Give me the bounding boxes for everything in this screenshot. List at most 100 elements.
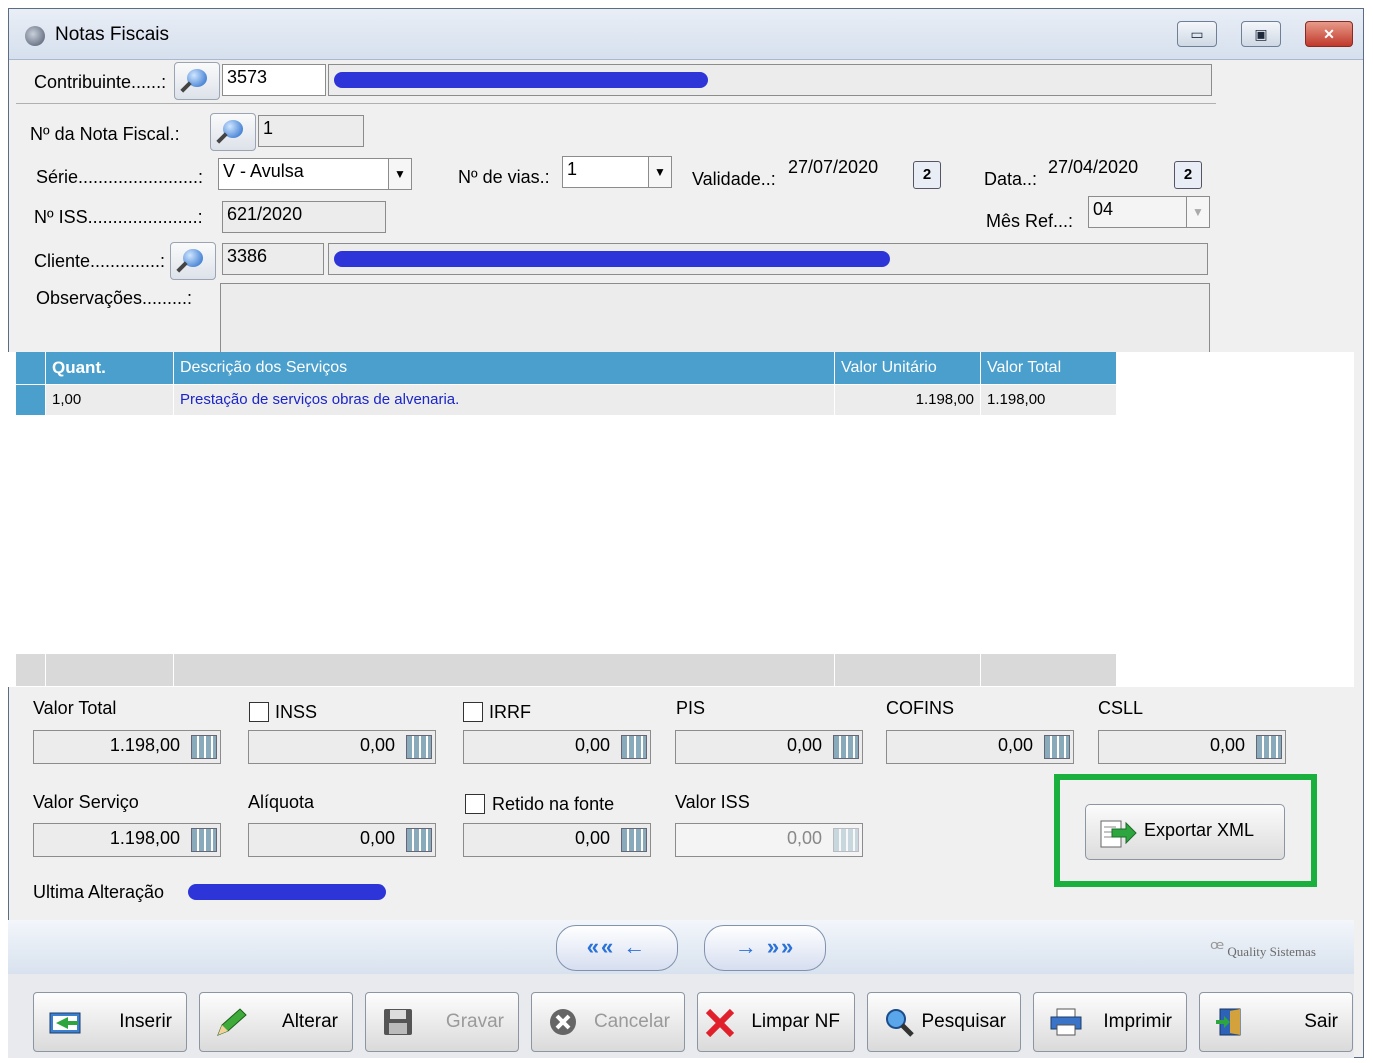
csll-field[interactable]: 0,00 [1098, 730, 1286, 764]
irrf-field[interactable]: 0,00 [463, 730, 651, 764]
retido-value: 0,00 [574, 828, 610, 848]
next-record-button[interactable]: → »» [704, 925, 826, 971]
serie-select[interactable]: V - Avulsa ▼ [218, 158, 412, 190]
calculator-icon[interactable] [833, 735, 859, 759]
valor-servico-field[interactable]: 1.198,00 [33, 823, 221, 857]
valor-iss-field: 0,00 [675, 823, 863, 857]
calculator-icon[interactable] [191, 828, 217, 852]
gravar-label: Gravar [445, 1011, 504, 1032]
table-row-unitario[interactable]: 1.198,00 [835, 385, 981, 415]
nota-lookup-button[interactable] [210, 113, 256, 151]
inss-field[interactable]: 0,00 [248, 730, 436, 764]
data-calendar-icon[interactable]: 2 [1174, 161, 1202, 189]
calculator-icon [833, 828, 859, 852]
pencil-icon [217, 1008, 247, 1036]
valor-servico-value: 1.198,00 [109, 828, 180, 848]
pesquisar-label: Pesquisar [921, 1011, 1007, 1032]
irrf-label: IRRF [489, 702, 531, 722]
redacted-contribuinte-name [334, 72, 708, 88]
imprimir-label: Imprimir [1103, 1011, 1172, 1032]
clear-x-icon [705, 1008, 735, 1037]
irrf-checkbox[interactable] [463, 702, 483, 722]
validade-calendar-icon[interactable]: 2 [913, 161, 941, 189]
chevron-down-icon[interactable]: ▼ [1186, 197, 1209, 227]
quality-sistemas-logo: ꟹ Quality Sistemas [1210, 936, 1316, 961]
chevron-down-icon[interactable]: ▼ [388, 159, 411, 189]
limpar-nf-button[interactable]: Limpar NF [697, 992, 855, 1052]
inserir-label: Inserir [119, 1011, 172, 1032]
redacted-cliente-name [334, 251, 890, 267]
minimize-button[interactable]: ▭ [1177, 21, 1217, 47]
validade-label: Validade..: [692, 169, 776, 189]
vias-select[interactable]: 1 ▼ [562, 156, 672, 188]
maximize-button[interactable]: ▣ [1241, 21, 1281, 47]
grid-header-unitario[interactable]: Valor Unitário [835, 352, 981, 384]
retido-field[interactable]: 0,00 [463, 823, 651, 857]
valor-total-field[interactable]: 1.198,00 [33, 730, 221, 764]
inss-checkbox[interactable] [249, 702, 269, 722]
grid-header-descricao[interactable]: Descrição dos Serviços [174, 352, 835, 384]
calculator-icon[interactable] [191, 735, 217, 759]
export-xml-label: Exportar XML [1144, 820, 1255, 840]
validade-value[interactable]: 27/07/2020 [788, 157, 878, 178]
iss-label: Nº ISS......................: [34, 207, 203, 227]
calculator-icon[interactable] [406, 735, 432, 759]
previous-record-button[interactable]: «« ← [556, 925, 678, 971]
chevron-down-icon[interactable]: ▼ [648, 157, 671, 187]
nota-fiscal-label: Nº da Nota Fiscal.: [30, 124, 180, 144]
app-icon [25, 26, 45, 46]
aliquota-label: Alíquota [248, 792, 315, 812]
calculator-icon[interactable] [1256, 735, 1282, 759]
pis-field[interactable]: 0,00 [675, 730, 863, 764]
alterar-button[interactable]: Alterar [199, 992, 353, 1052]
valor-total-value: 1.198,00 [109, 735, 180, 755]
calculator-icon[interactable] [621, 735, 647, 759]
cancelar-label: Cancelar [593, 1011, 670, 1032]
cliente-lookup-button[interactable] [170, 242, 216, 280]
grid-footer-cell [174, 654, 835, 686]
imprimir-button[interactable]: Imprimir [1033, 992, 1187, 1052]
contribuinte-code-field[interactable]: 3573 [222, 64, 326, 96]
grid-footer-cell [16, 654, 46, 686]
export-xml-button[interactable]: Exportar XML [1085, 804, 1285, 860]
sair-button[interactable]: Sair [1199, 992, 1353, 1052]
table-row-descricao[interactable]: Prestação de serviços obras de alvenaria… [174, 385, 835, 415]
table-row-total[interactable]: 1.198,00 [981, 385, 1117, 415]
cancel-x-icon [550, 1009, 576, 1035]
pesquisar-button[interactable]: Pesquisar [867, 992, 1021, 1052]
sair-label: Sair [1304, 1011, 1338, 1032]
valor-servico-label: Valor Serviço [33, 792, 139, 812]
table-row-indicator[interactable] [16, 385, 46, 415]
nota-fiscal-field[interactable]: 1 [258, 115, 364, 147]
exit-door-icon [1216, 1008, 1241, 1036]
iss-field[interactable]: 621/2020 [222, 201, 386, 233]
cliente-label: Cliente..............: [34, 251, 166, 271]
cofins-label: COFINS [886, 698, 955, 718]
cancelar-button: Cancelar [531, 992, 685, 1052]
redacted-ultima-alteracao [188, 884, 386, 900]
retido-label: Retido na fonte [492, 794, 615, 814]
cofins-field[interactable]: 0,00 [886, 730, 1074, 764]
grid-row-indicator-header [16, 352, 46, 384]
pis-label: PIS [676, 698, 706, 718]
aliquota-field[interactable]: 0,00 [248, 823, 436, 857]
table-row-quant[interactable]: 1,00 [46, 385, 174, 415]
valor-iss-label: Valor ISS [675, 792, 750, 812]
retido-checkbox[interactable] [465, 794, 485, 814]
grid-header-total[interactable]: Valor Total [981, 352, 1117, 384]
vias-label: Nº de vias.: [458, 167, 550, 187]
inserir-button[interactable]: Inserir [33, 992, 187, 1052]
search-icon [886, 1009, 914, 1037]
grid-header-quant[interactable]: Quant. [46, 352, 174, 384]
observacoes-field[interactable] [220, 283, 1210, 353]
calculator-icon[interactable] [621, 828, 647, 852]
data-value[interactable]: 27/04/2020 [1048, 157, 1138, 178]
vias-value: 1 [567, 159, 578, 179]
grid-footer-cell [981, 654, 1117, 686]
calculator-icon[interactable] [406, 828, 432, 852]
calculator-icon[interactable] [1044, 735, 1070, 759]
close-button[interactable]: ✕ [1305, 21, 1353, 47]
mes-ref-select[interactable]: 04 ▼ [1088, 196, 1210, 228]
cliente-code-field[interactable]: 3386 [222, 243, 324, 275]
contribuinte-lookup-button[interactable] [174, 62, 220, 100]
